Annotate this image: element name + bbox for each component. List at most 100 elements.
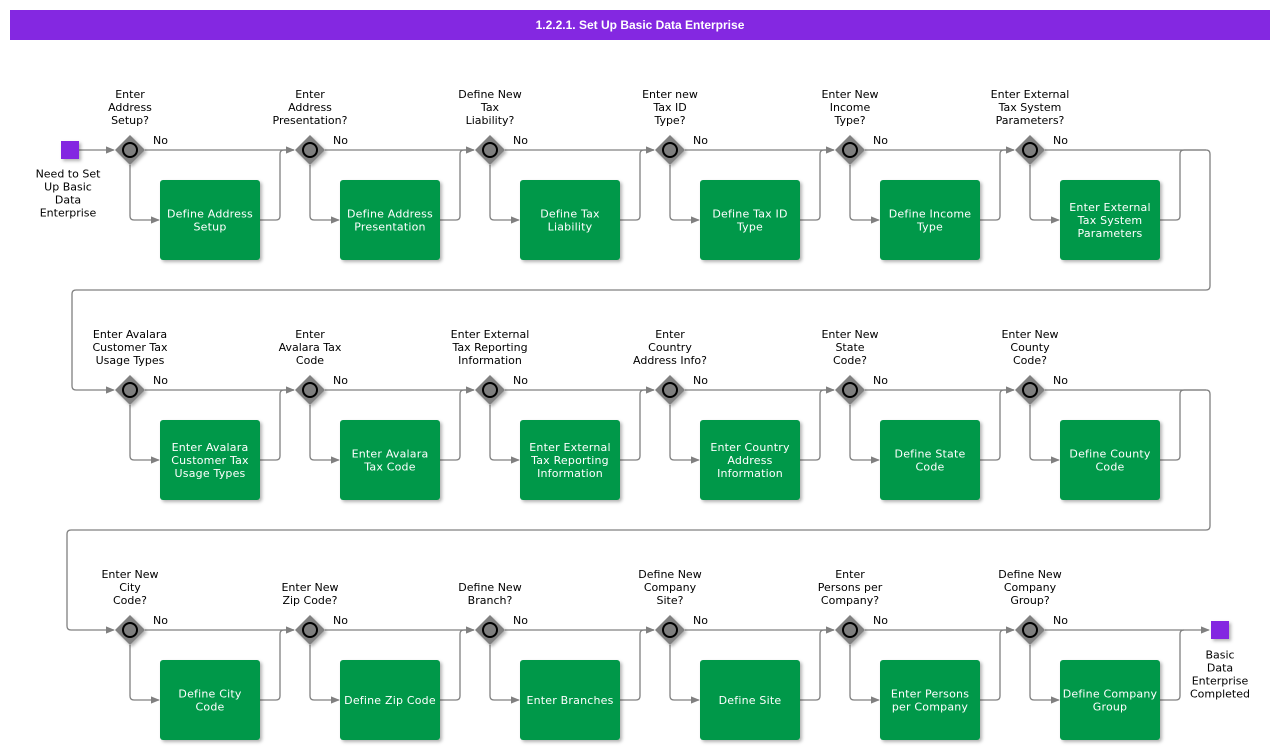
gateway-question-label-line: Code? — [113, 594, 147, 607]
task-enter-avalara-tax-code: Enter AvalaraTax Code — [340, 420, 440, 500]
no-branch-label: No — [333, 134, 348, 147]
task-label-line: Enter Avalara — [352, 448, 429, 461]
gateway-event-circle-icon — [1022, 382, 1038, 398]
gateway-question-label: Define NewBranch? — [458, 581, 521, 607]
gateway-question-label-line: Presentation? — [273, 114, 348, 127]
task-label-line: Presentation — [354, 221, 425, 234]
flow-to-task — [849, 165, 880, 224]
task-enter-persons-per-company: Enter Personsper Company — [880, 660, 980, 740]
gateway-question-label: Enter NewStateCode? — [821, 328, 878, 367]
flow-to-task — [129, 165, 160, 224]
gateway-question-label: EnterAddressPresentation? — [273, 88, 348, 127]
gateway-question-label-line: Enter — [655, 328, 685, 341]
task-label-line: Enter Country — [710, 441, 790, 454]
decision-gateway — [295, 135, 325, 165]
no-branch-label: No — [153, 374, 168, 387]
gateway-question-label-line: Enter new — [642, 88, 698, 101]
gateway-question-label-line: Address — [108, 101, 152, 114]
task-label-line: Customer Tax — [171, 454, 249, 467]
gateway-question-label: Define NewCompanyGroup? — [998, 568, 1061, 607]
process-diagram: Need to SetUp BasicDataEnterpriseEnterAd… — [36, 88, 1250, 740]
task-label-line: Tax Reporting — [530, 454, 609, 467]
start-event-label-line: Enterprise — [40, 207, 97, 220]
gateway-question-label: EnterAvalara TaxCode — [279, 328, 342, 367]
gateway-question-label-line: Avalara Tax — [279, 341, 342, 354]
decision-gateway — [475, 615, 505, 645]
flow-to-task — [849, 405, 880, 464]
decision-gateway — [655, 375, 685, 405]
decision-gateway — [835, 615, 865, 645]
gateway-event-circle-icon — [482, 382, 498, 398]
gateway-event-circle-icon — [122, 382, 138, 398]
gateway-question-label-line: Enter New — [821, 328, 878, 341]
task-label-line: Code — [196, 701, 225, 714]
gateway-event-circle-icon — [122, 142, 138, 158]
gateway-event-circle-icon — [302, 382, 318, 398]
gateway-question-label: Define NewCompanySite? — [638, 568, 701, 607]
gateway-question-label: Enter NewIncomeType? — [821, 88, 878, 127]
gateway-question-label-line: Tax ID — [652, 101, 686, 114]
gateway-question-label-line: Code — [296, 354, 324, 367]
task-label-line: Type — [916, 221, 943, 234]
task-label-line: Define Tax — [540, 208, 600, 221]
task-label-line: Define Zip Code — [344, 694, 436, 707]
gateway-event-circle-icon — [122, 622, 138, 638]
gateway-question-label-line: County — [1010, 341, 1050, 354]
flow-task-merge — [980, 149, 1005, 221]
gateway-question-label-line: Enter External — [451, 328, 530, 341]
gateway-event-circle-icon — [842, 142, 858, 158]
no-branch-label: No — [513, 374, 528, 387]
gateway-question-label-line: Enter External — [991, 88, 1070, 101]
no-branch-label: No — [513, 614, 528, 627]
decision-gateway — [115, 135, 145, 165]
no-branch-label: No — [153, 614, 168, 627]
task-define-site: Define Site — [700, 660, 800, 740]
task-label-line: Enter External — [529, 441, 610, 454]
gateway-event-circle-icon — [1022, 622, 1038, 638]
gateway-question-label-line: Code? — [1013, 354, 1047, 367]
flow-task-merge — [440, 629, 465, 701]
task-label-line: Define Address — [167, 208, 253, 221]
no-branch-label: No — [1053, 614, 1068, 627]
task-label-line: Enter Avalara — [172, 441, 249, 454]
flow-to-task — [309, 645, 340, 704]
task-label-line: Usage Types — [175, 467, 246, 480]
gateway-question-label-line: Define New — [998, 568, 1061, 581]
flow-to-task — [669, 645, 700, 704]
gateway-question-label-line: Enter New — [281, 581, 338, 594]
task-define-zip-code: Define Zip Code — [340, 660, 440, 740]
gateway-question-label: Enter ExternalTax SystemParameters? — [991, 88, 1070, 127]
task-label-line: Define City — [178, 688, 241, 701]
gateway-question-label-line: Company — [644, 581, 697, 594]
gateway-event-circle-icon — [1022, 142, 1038, 158]
end-event-label-line: Data — [1207, 662, 1233, 675]
gateway-event-circle-icon — [302, 142, 318, 158]
flow-to-task — [669, 165, 700, 224]
decision-gateway — [835, 135, 865, 165]
gateway-question-label: EnterAddressSetup? — [108, 88, 152, 127]
task-label-line: Define Company — [1063, 688, 1158, 701]
gateway-question-label-line: Income — [830, 101, 871, 114]
task-label-line: Define Address — [347, 208, 433, 221]
flow-to-task — [489, 405, 520, 464]
task-label-line: Address — [727, 454, 772, 467]
task-enter-external-tax-system-parameters: Enter ExternalTax SystemParameters — [1060, 180, 1160, 260]
gateway-question-label-line: Enter New — [1001, 328, 1058, 341]
flow-to-task — [489, 165, 520, 224]
start-event-label-line: Data — [55, 194, 81, 207]
gateway-question-label-line: Information — [458, 354, 522, 367]
gateway-question-label-line: Parameters? — [996, 114, 1065, 127]
gateway-question-label-line: Enter — [115, 88, 145, 101]
gateway-question-label: Enter NewCountyCode? — [1001, 328, 1058, 367]
task-enter-branches: Enter Branches — [520, 660, 620, 740]
flow-task-merge — [260, 389, 285, 461]
task-label-line: Information — [537, 467, 603, 480]
gateway-question-label: Enter ExternalTax ReportingInformation — [451, 328, 530, 367]
gateway-event-circle-icon — [842, 622, 858, 638]
gateway-event-circle-icon — [482, 142, 498, 158]
task-label-line: Code — [916, 461, 945, 474]
gateway-question-label-line: Enter — [835, 568, 865, 581]
gateway-question-label-line: Company — [1004, 581, 1057, 594]
decision-gateway — [115, 375, 145, 405]
gateway-question-label-line: Address — [288, 101, 332, 114]
